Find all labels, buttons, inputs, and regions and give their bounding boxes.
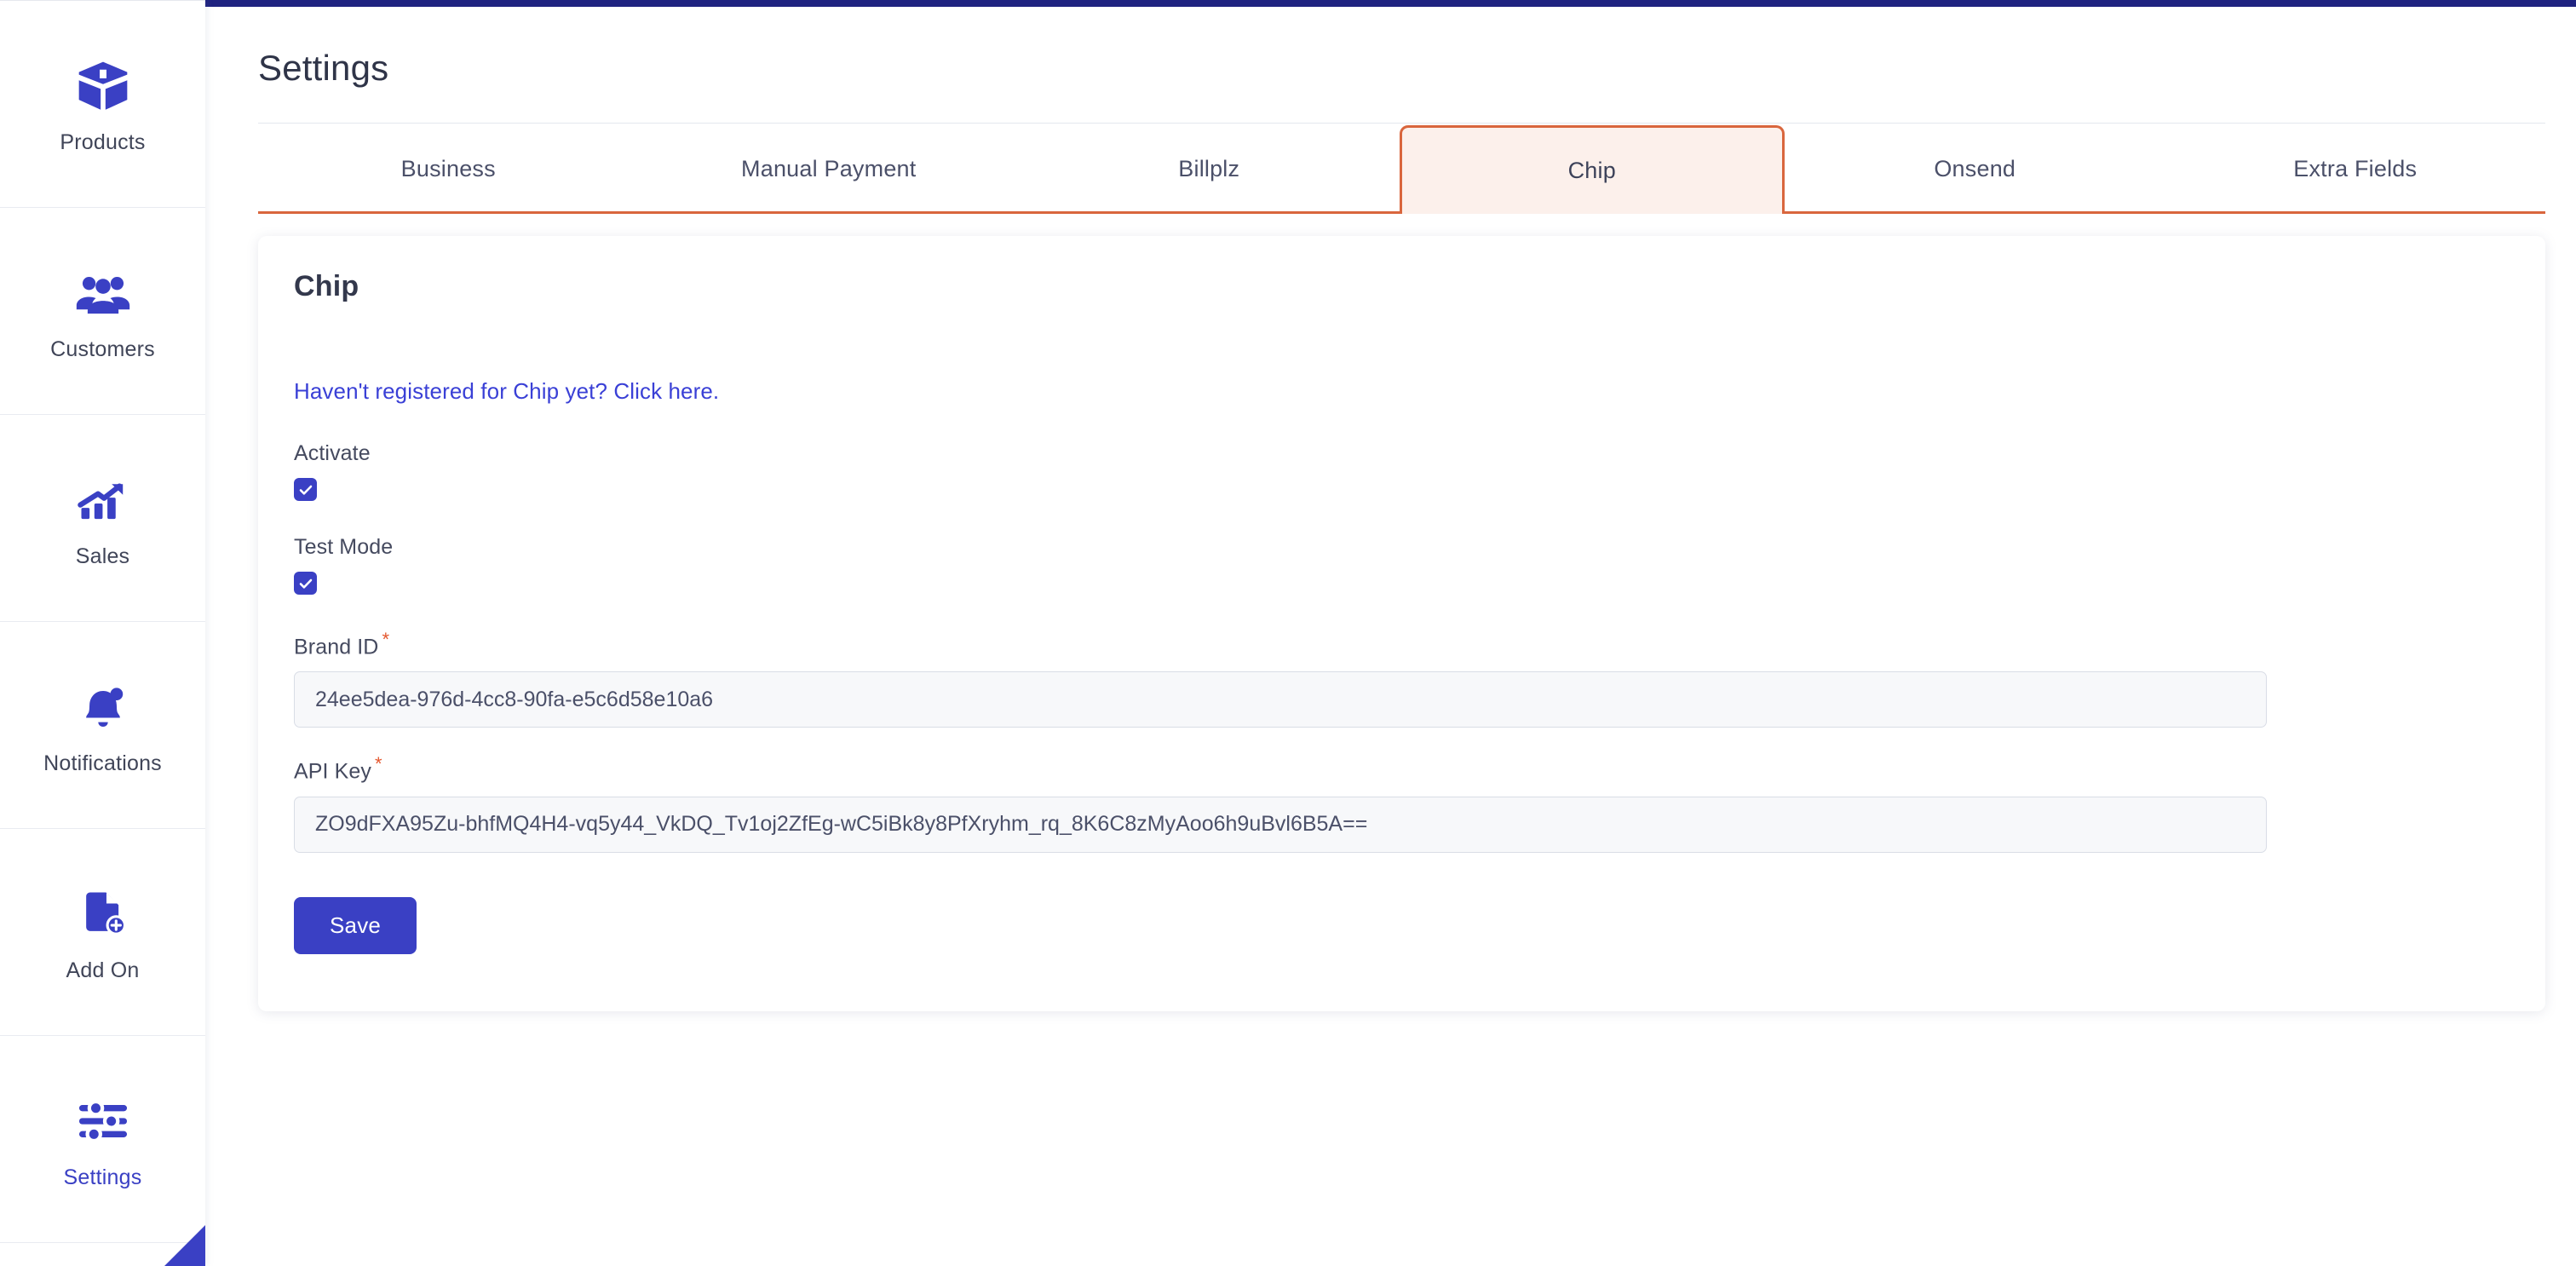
tab-billplz[interactable]: Billplz [1019,124,1400,214]
sidebar-item-notifications[interactable]: Notifications [0,622,205,829]
card-title: Chip [294,270,359,302]
tab-label: Onsend [1934,155,2016,181]
tab-extra-fields[interactable]: Extra Fields [2165,124,2546,214]
required-asterisk: * [382,629,390,650]
settings-tab-bar: Business Manual Payment Billplz Chip Ons… [258,124,2545,214]
check-icon [299,485,312,495]
sidebar-item-settings[interactable]: Settings [0,1036,205,1243]
tab-chip[interactable]: Chip [1399,125,1785,214]
sidebar-item-label: Sales [75,544,130,568]
tab-business[interactable]: Business [258,124,639,214]
tab-label: Manual Payment [741,155,917,181]
api-key-label-text: API Key [294,759,372,784]
check-icon [299,578,312,589]
chart-growth-icon [72,469,134,531]
tab-label: Extra Fields [2293,155,2418,181]
brand-id-input[interactable] [294,671,2267,728]
tab-onsend[interactable]: Onsend [1785,124,2165,214]
test-mode-checkbox[interactable] [294,572,317,595]
test-mode-label: Test Mode [294,535,394,559]
brand-id-label: Brand ID * [294,629,2510,659]
api-key-label: API Key * [294,753,2510,784]
activate-label: Activate [294,441,371,465]
sidebar-item-label: Products [60,129,146,154]
bell-icon [72,676,134,738]
save-button[interactable]: Save [294,896,417,954]
sidebar-item-add-on[interactable]: Add On [0,829,205,1036]
file-plus-icon [72,883,134,945]
chip-register-link[interactable]: Haven't registered for Chip yet? Click h… [294,378,719,405]
sliders-icon [72,1090,134,1152]
activate-checkbox[interactable] [294,478,317,501]
chip-settings-card: Chip Haven't registered for Chip yet? Cl… [258,236,2545,1011]
page-title: Settings [258,48,389,88]
sidebar-item-label: Add On [66,958,140,982]
app-root: Products Customers Sales Notifications A [0,0,2576,1266]
box-icon [72,55,134,117]
required-asterisk: * [375,753,382,775]
users-icon [72,262,134,324]
tab-manual-payment[interactable]: Manual Payment [639,124,1020,214]
tab-label: Billplz [1178,155,1240,181]
tab-label: Chip [1567,158,1616,183]
tab-label: Business [400,155,496,181]
sidebar-item-sales[interactable]: Sales [0,415,205,622]
sidebar-item-products[interactable]: Products [0,1,205,208]
top-accent-bar [205,0,2576,7]
sidebar-item-label: Notifications [43,751,162,775]
brand-id-label-text: Brand ID [294,635,379,659]
sidebar-item-label: Settings [63,1165,142,1189]
api-key-input[interactable] [294,796,2267,853]
sidebar-item-customers[interactable]: Customers [0,208,205,415]
sidebar: Products Customers Sales Notifications A [0,0,205,1266]
active-section-corner-indicator [164,1225,205,1266]
sidebar-item-label: Customers [50,337,155,361]
main-content: Settings Business Manual Payment Billplz… [205,0,2576,1266]
